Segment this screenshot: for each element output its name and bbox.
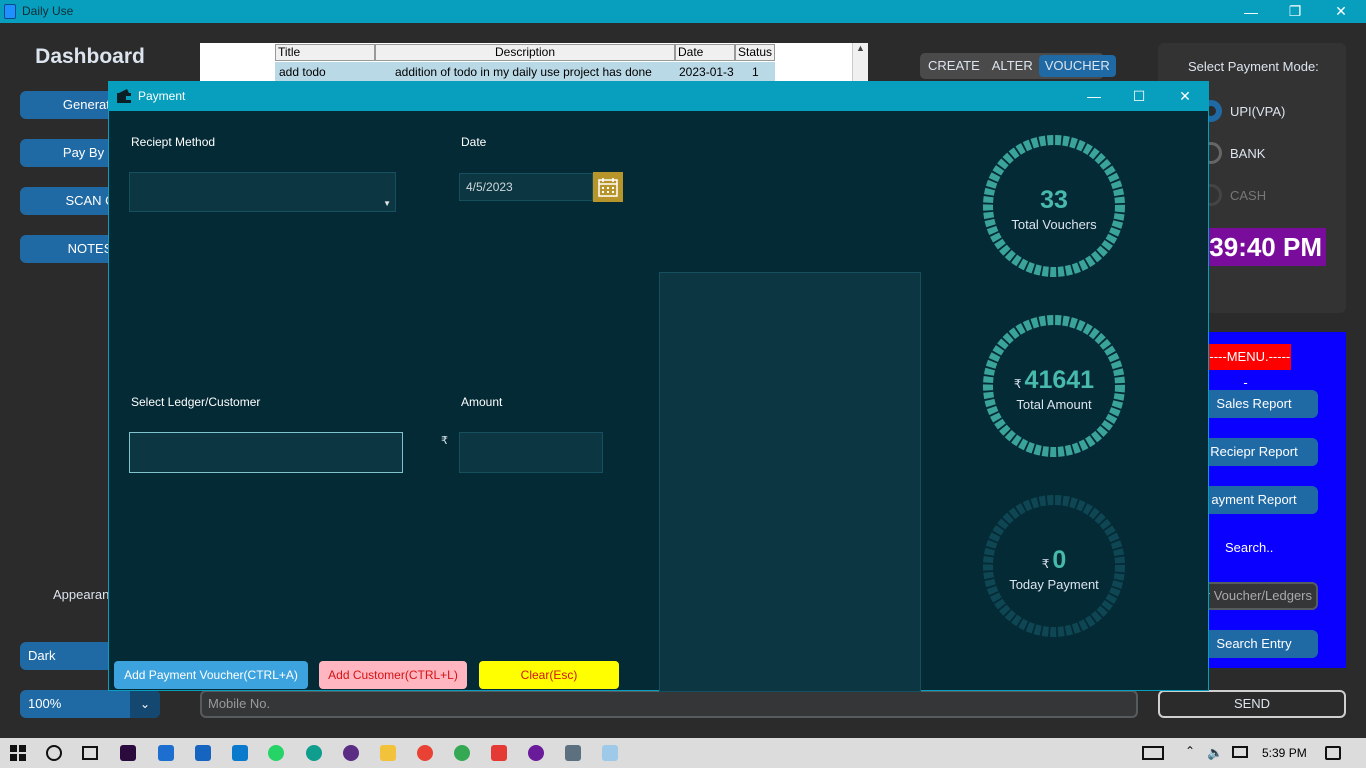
amount-label: Amount (461, 395, 503, 409)
total-amount-caption: Total Amount (1016, 397, 1092, 412)
date-input[interactable]: 4/5/2023 (459, 173, 593, 201)
receipt-report-button[interactable]: Reciepr Report (1190, 438, 1318, 466)
file-explorer-icon[interactable] (380, 745, 396, 761)
date-label: Date (461, 135, 487, 149)
chevron-up-icon[interactable]: ⌃ (1185, 744, 1195, 758)
taskbar: ⌃ 🔈 5:39 PM (0, 738, 1366, 768)
cell-title: add todo (279, 65, 326, 79)
receipt-method-dropdown[interactable]: ▼ (129, 172, 396, 212)
total-amount-value-wrap: ₹41641 (980, 366, 1128, 395)
appearance-label: Appearan (53, 587, 110, 602)
cell-status: 1 (752, 65, 759, 79)
scaling-select[interactable]: 100% ⌄ (20, 690, 160, 718)
today-payment-caption: Today Payment (1009, 577, 1099, 592)
radio-bank-label[interactable]: BANK (1230, 146, 1265, 161)
windows-start-icon[interactable] (10, 745, 26, 761)
add-payment-voucher-button[interactable]: Add Payment Voucher(CTRL+A) (114, 661, 308, 689)
dialog-titlebar: Payment — ☐ ✕ (109, 82, 1208, 111)
python-app-icon[interactable] (565, 745, 581, 761)
mail-icon[interactable] (195, 745, 211, 761)
volume-icon[interactable]: 🔈 (1207, 745, 1223, 761)
dialog-title: Payment (138, 89, 186, 103)
voucher-list-panel[interactable] (659, 272, 921, 692)
chevron-down-icon[interactable]: ⌄ (130, 690, 160, 718)
segment-alter[interactable]: ALTER (986, 55, 1039, 77)
task-view-icon[interactable] (82, 746, 98, 760)
sales-report-button[interactable]: Sales Report (1190, 390, 1318, 418)
menu-title: ------MENU.------ (1200, 344, 1291, 390)
column-header-status[interactable]: Status (735, 44, 775, 61)
appearance-value: Dark (28, 648, 56, 663)
search-entry-button[interactable]: Search Entry (1190, 630, 1318, 658)
window-title: Daily Use (22, 4, 74, 18)
wallet-icon (117, 89, 131, 103)
edge-icon[interactable] (306, 745, 322, 761)
chrome-icon[interactable] (417, 745, 433, 761)
cell-description: addition of todo in my daily use project… (395, 65, 652, 79)
clear-button[interactable]: Clear(Esc) (479, 661, 619, 689)
notification-icon[interactable] (1325, 746, 1341, 760)
dialog-close-button[interactable]: ✕ (1162, 82, 1208, 111)
anydesk-icon[interactable] (491, 745, 507, 761)
total-amount-value: 41641 (1024, 366, 1095, 394)
total-vouchers-caption: Total Vouchers (1011, 217, 1097, 232)
search-icon[interactable] (46, 745, 62, 761)
column-header-title[interactable]: Title (275, 44, 375, 61)
dialog-minimize-button[interactable]: — (1071, 82, 1117, 111)
rupee-symbol: ₹ (1013, 377, 1022, 391)
total-vouchers-value: 33 (1040, 186, 1068, 214)
column-header-description[interactable]: Description (375, 44, 675, 61)
vscode-icon[interactable] (232, 745, 248, 761)
today-payment-value-wrap: ₹0 (980, 546, 1128, 575)
segment-voucher[interactable]: VOUCHER (1038, 55, 1116, 77)
search-input[interactable]: r Voucher/Ledgers (1190, 582, 1318, 610)
github-icon[interactable] (528, 745, 544, 761)
restore-button[interactable]: ❐ (1272, 0, 1318, 23)
today-payment-value: 0 (1052, 546, 1067, 574)
close-button[interactable]: ✕ (1318, 0, 1364, 23)
dialog-maximize-button[interactable]: ☐ (1116, 82, 1162, 111)
receipt-method-label: Reciept Method (131, 135, 216, 149)
mode-segmented-button: CREATE ALTER VOUCHER (920, 53, 1116, 79)
scroll-up-icon[interactable]: ▲ (856, 43, 865, 53)
radio-upi-label[interactable]: UPI(VPA) (1230, 104, 1285, 119)
add-customer-button[interactable]: Add Customer(CTRL+L) (319, 661, 467, 689)
payment-report-button[interactable]: ayment Report (1190, 486, 1318, 514)
todo-table: Title Description Date Status add todo a… (200, 43, 868, 83)
radio-cash-label[interactable]: CASH (1230, 188, 1266, 203)
premiere-icon[interactable] (120, 745, 136, 761)
segment-create[interactable]: CREATE (922, 55, 986, 77)
ledger-label: Select Ledger/Customer (131, 395, 261, 409)
rupee-symbol: ₹ (441, 435, 448, 447)
table-row[interactable]: add todo addition of todo in my daily us… (275, 62, 775, 81)
media-player-icon[interactable] (343, 745, 359, 761)
chrome-profile-icon[interactable] (454, 745, 470, 761)
search-label: Search.. (1225, 540, 1274, 555)
column-header-date[interactable]: Date (675, 44, 735, 61)
dropdown-arrow-icon[interactable]: ▼ (383, 199, 391, 208)
dashboard-title: Dashboard (35, 45, 145, 68)
calendar-icon (598, 178, 618, 197)
mobile-input[interactable]: Mobile No. (200, 690, 1138, 718)
ledger-input[interactable] (129, 432, 403, 473)
cell-date: 2023-01-3 (679, 65, 734, 79)
keyboard-icon[interactable] (1142, 746, 1164, 760)
network-icon[interactable] (1232, 746, 1248, 758)
payment-mode-label: Select Payment Mode: (1188, 59, 1319, 74)
minimize-button[interactable]: — (1228, 0, 1274, 23)
rupee-symbol: ₹ (1041, 557, 1050, 571)
calendar-button[interactable] (593, 172, 623, 202)
window-titlebar: Daily Use — ❐ ✕ (0, 0, 1366, 23)
notepad-icon[interactable] (602, 745, 618, 761)
payment-dialog: Payment — ☐ ✕ Reciept Method Date ▼ 4/5/… (108, 81, 1209, 692)
whatsapp-icon[interactable] (268, 745, 284, 761)
taskbar-clock[interactable]: 5:39 PM (1262, 746, 1307, 760)
app-icon (4, 4, 16, 19)
scaling-value: 100% (28, 696, 62, 711)
store-icon[interactable] (158, 745, 174, 761)
send-button[interactable]: SEND (1158, 690, 1346, 718)
amount-input[interactable] (459, 432, 603, 473)
table-scrollbar[interactable]: ▲ (852, 43, 868, 83)
